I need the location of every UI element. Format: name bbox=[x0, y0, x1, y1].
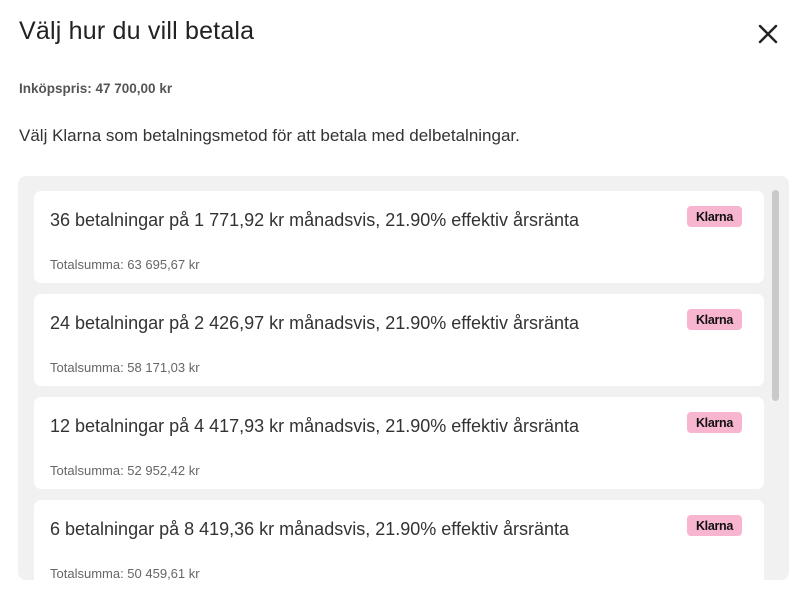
payment-options-panel: 36 betalningar på 1 771,92 kr månadsvis,… bbox=[18, 176, 789, 580]
klarna-badge: Klarna bbox=[687, 206, 742, 227]
options-scrollbar[interactable] bbox=[772, 190, 779, 401]
option-title: 36 betalningar på 1 771,92 kr månadsvis,… bbox=[50, 210, 579, 230]
payment-option-12[interactable]: 12 betalningar på 4 417,93 kr månadsvis,… bbox=[34, 397, 764, 489]
option-total: Totalsumma: 58 171,03 kr bbox=[50, 360, 200, 375]
option-total: Totalsumma: 63 695,67 kr bbox=[50, 257, 200, 272]
option-title: 6 betalningar på 8 419,36 kr månadsvis, … bbox=[50, 519, 569, 539]
option-title: 24 betalningar på 2 426,97 kr månadsvis,… bbox=[50, 313, 579, 333]
option-total: Totalsumma: 52 952,42 kr bbox=[50, 463, 200, 478]
dialog-description: Välj Klarna som betalningsmetod för att … bbox=[19, 126, 520, 145]
klarna-badge: Klarna bbox=[687, 309, 742, 330]
option-title: 12 betalningar på 4 417,93 kr månadsvis,… bbox=[50, 416, 579, 436]
close-button[interactable] bbox=[752, 18, 784, 50]
payment-option-24[interactable]: 24 betalningar på 2 426,97 kr månadsvis,… bbox=[34, 294, 764, 386]
option-total: Totalsumma: 50 459,61 kr bbox=[50, 566, 200, 580]
klarna-badge: Klarna bbox=[687, 412, 742, 433]
purchase-price: Inköpspris: 47 700,00 kr bbox=[19, 81, 173, 96]
payment-method-dialog: Välj hur du vill betala Inköpspris: 47 7… bbox=[0, 0, 811, 606]
payment-option-6[interactable]: 6 betalningar på 8 419,36 kr månadsvis, … bbox=[34, 500, 764, 580]
payment-options-list: 36 betalningar på 1 771,92 kr månadsvis,… bbox=[34, 191, 764, 580]
klarna-badge: Klarna bbox=[687, 515, 742, 536]
close-icon bbox=[758, 24, 778, 44]
dialog-title: Välj hur du vill betala bbox=[19, 17, 255, 45]
payment-option-36[interactable]: 36 betalningar på 1 771,92 kr månadsvis,… bbox=[34, 191, 764, 283]
